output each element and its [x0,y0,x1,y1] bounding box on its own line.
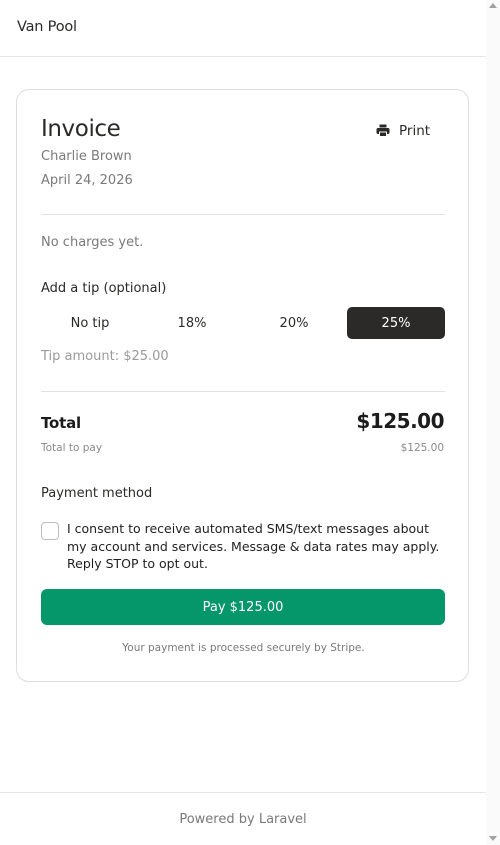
customer-name: Charlie Brown [41,149,132,164]
sms-consent-checkbox[interactable] [41,522,59,540]
vertical-scrollbar[interactable] [486,0,500,845]
secure-payment-note: Your payment is processed securely by St… [122,642,365,654]
invoice-date: April 24, 2026 [41,173,133,188]
divider [41,214,445,215]
pay-button[interactable]: Pay $125.00 [41,589,445,625]
tip-option-25[interactable]: 25% [347,307,445,339]
invoice-card: Invoice Charlie Brown April 24, 2026 Pri… [16,89,469,682]
tip-option-20[interactable]: 20% [245,307,343,339]
brand-title[interactable]: Van Pool [17,19,77,35]
no-charges-text: No charges yet. [41,235,144,250]
scroll-down-arrow-icon[interactable] [489,836,497,841]
printer-icon [376,122,390,141]
invoice-title: Invoice [41,116,121,142]
scroll-up-arrow-icon[interactable] [489,3,497,8]
top-navbar: Van Pool [0,0,486,57]
total-to-pay-value: $125.00 [400,442,444,454]
footer-text: Powered by Laravel [179,812,307,827]
footer: Powered by Laravel [0,792,486,845]
sms-consent-text: I consent to receive automated SMS/text … [67,521,440,571]
total-value: $125.00 [356,409,444,433]
tip-option-18[interactable]: 18% [143,307,241,339]
total-label: Total [41,414,81,432]
tip-amount-text: Tip amount: $25.00 [41,349,169,364]
tip-option-no-tip[interactable]: No tip [41,307,139,339]
sms-consent: I consent to receive automated SMS/text … [41,520,451,573]
print-button[interactable]: Print [376,121,430,141]
total-to-pay-label: Total to pay [41,442,103,454]
tip-options: No tip 18% 20% 25% [41,307,445,339]
payment-method-title: Payment method [41,486,153,501]
print-label: Print [399,123,431,139]
tip-section-title: Add a tip (optional) [41,281,167,296]
divider [41,391,445,392]
